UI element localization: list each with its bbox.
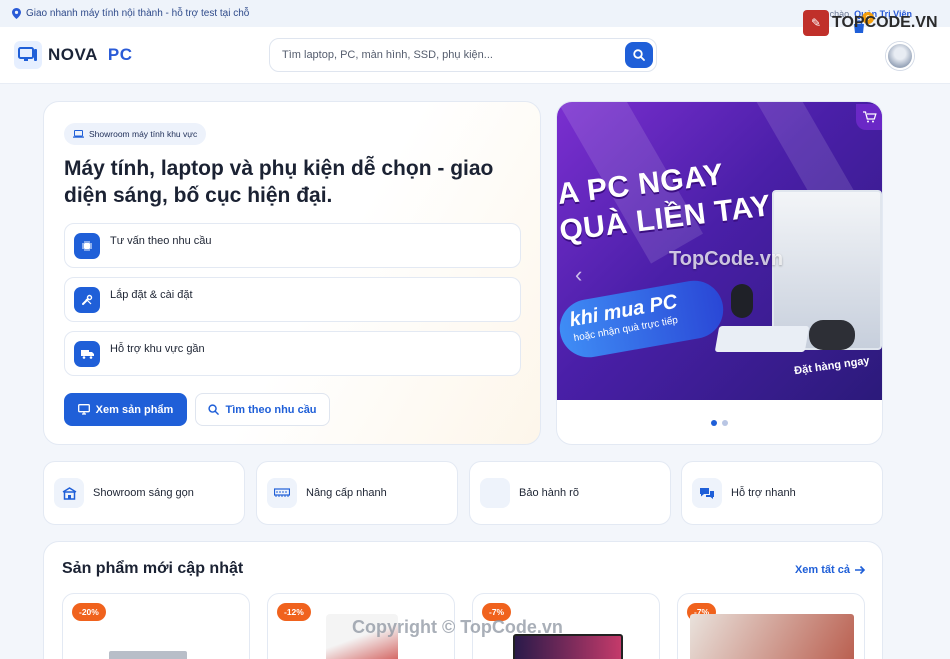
search-button[interactable] bbox=[625, 42, 653, 68]
laptop-icon bbox=[73, 130, 84, 138]
product-image bbox=[690, 614, 854, 659]
find-by-need-button[interactable]: Tìm theo nhu cầu bbox=[195, 393, 330, 426]
carousel-dot-2[interactable] bbox=[722, 420, 728, 426]
delivery-text: Giao nhanh máy tính nội thành - hỗ trợ t… bbox=[26, 8, 250, 19]
hero-intro-card: Showroom máy tính khu vực Máy tính, lapt… bbox=[43, 101, 541, 445]
store-icon bbox=[54, 478, 84, 508]
mouse-image bbox=[731, 284, 753, 318]
see-all-link[interactable]: Xem tất cả bbox=[795, 564, 866, 576]
see-all-label: Xem tất cả bbox=[794, 564, 850, 576]
promo-carousel: A PC NGAY QUÀ LIỀN TAY khi mua PC hoặc n… bbox=[556, 101, 883, 445]
service-label: Hỗ trợ nhanh bbox=[731, 487, 796, 499]
chip-icon bbox=[74, 232, 100, 259]
find-by-need-label: Tìm theo nhu cầu bbox=[225, 403, 317, 416]
monitor-icon bbox=[77, 404, 90, 415]
arrow-right-icon bbox=[855, 565, 866, 575]
section-title: Sản phẩm mới cập nhật bbox=[62, 560, 244, 577]
feature-label: Tư vấn theo nhu cầu bbox=[110, 234, 212, 247]
carousel-dot-1[interactable] bbox=[711, 420, 717, 426]
site-logo[interactable]: NOVA PC bbox=[14, 41, 132, 69]
banner-cart-icon[interactable] bbox=[856, 104, 882, 130]
discount-badge: -20% bbox=[72, 603, 106, 621]
service-support[interactable]: Hỗ trợ nhanh bbox=[681, 461, 883, 525]
service-upgrade[interactable]: Nâng cấp nhanh bbox=[256, 461, 458, 525]
feature-consulting[interactable]: Tư vấn theo nhu cầu bbox=[64, 223, 521, 268]
logo-accent: PC bbox=[107, 45, 133, 64]
delivery-info: Giao nhanh máy tính nội thành - hỗ trợ t… bbox=[12, 8, 249, 19]
service-label: Bảo hành rõ bbox=[519, 487, 579, 499]
banner-order-text: Đặt hàng ngay bbox=[793, 354, 871, 378]
search-icon bbox=[208, 404, 220, 415]
service-label: Showroom sáng gọn bbox=[93, 487, 194, 499]
topcode-logo-text: TOPCODE.VN bbox=[832, 14, 938, 31]
avatar[interactable] bbox=[886, 42, 914, 70]
topcode-watermark-logo: ✎ TOPCODE.VN bbox=[803, 10, 938, 36]
location-pin-icon bbox=[12, 8, 21, 19]
feature-local-support[interactable]: Hỗ trợ khu vực gần bbox=[64, 331, 521, 376]
showroom-chip: Showroom máy tính khu vực bbox=[64, 123, 207, 145]
service-label: Nâng cấp nhanh bbox=[306, 487, 387, 499]
search-bar bbox=[269, 38, 657, 72]
banner-watermark: TopCode.vn bbox=[669, 248, 784, 270]
carousel-prev-arrow-icon[interactable]: ‹ bbox=[575, 262, 582, 288]
service-warranty[interactable]: Bảo hành rõ bbox=[469, 461, 671, 525]
new-products-section: Sản phẩm mới cập nhật Xem tất cả -20% -1… bbox=[43, 541, 883, 659]
gamepad-image bbox=[809, 320, 855, 350]
promo-banner[interactable]: A PC NGAY QUÀ LIỀN TAY khi mua PC hoặc n… bbox=[557, 102, 882, 400]
ram-icon bbox=[267, 478, 297, 508]
carousel-dots bbox=[711, 420, 728, 426]
keyboard-image bbox=[714, 326, 810, 352]
product-card[interactable]: -7% bbox=[677, 593, 865, 659]
view-products-button[interactable]: Xem sản phẩm bbox=[64, 393, 187, 426]
search-input[interactable] bbox=[282, 49, 612, 61]
product-image bbox=[109, 651, 187, 659]
chip-label: Showroom máy tính khu vực bbox=[89, 129, 198, 139]
feature-installation[interactable]: Lắp đặt & cài đặt bbox=[64, 277, 521, 322]
topcode-mark-icon: ✎ bbox=[803, 10, 829, 36]
feature-label: Hỗ trợ khu vực gần bbox=[110, 342, 205, 355]
chat-icon bbox=[692, 478, 722, 508]
tools-icon bbox=[74, 286, 100, 313]
view-products-label: Xem sản phẩm bbox=[95, 403, 174, 416]
shield-icon bbox=[480, 478, 510, 508]
hero-title: Máy tính, laptop và phụ kiện dễ chọn - g… bbox=[64, 157, 494, 207]
truck-icon bbox=[74, 340, 100, 367]
service-showroom[interactable]: Showroom sáng gọn bbox=[43, 461, 245, 525]
product-card[interactable]: -20% bbox=[62, 593, 250, 659]
search-icon bbox=[633, 49, 645, 61]
footer-watermark: Copyright © TopCode.vn bbox=[352, 617, 563, 637]
feature-label: Lắp đặt & cài đặt bbox=[110, 288, 193, 301]
discount-badge: -12% bbox=[277, 603, 311, 621]
monitor-logo-icon bbox=[14, 41, 42, 69]
logo-text: NOVA bbox=[48, 45, 98, 64]
